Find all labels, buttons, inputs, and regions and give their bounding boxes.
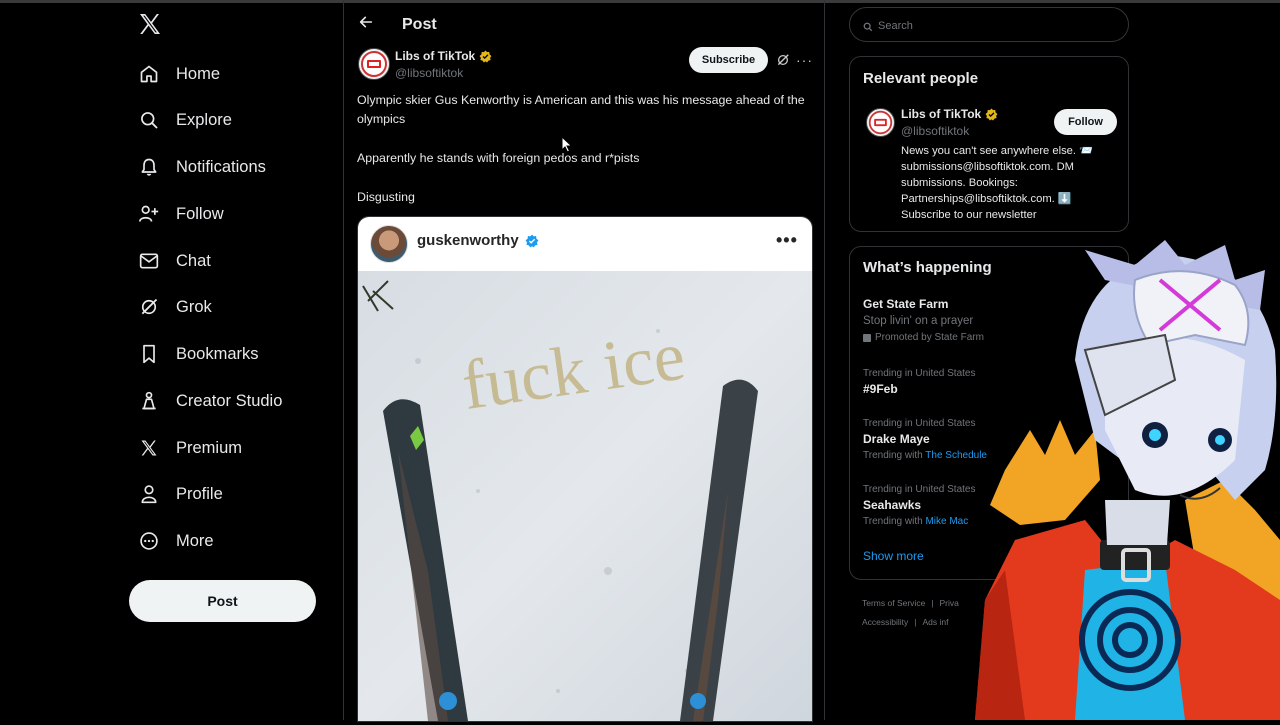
- relevant-people-panel: Relevant people Libs of TikTok @libsofti…: [849, 56, 1129, 232]
- sidebar-item-bookmarks[interactable]: Bookmarks: [138, 339, 259, 369]
- avatar[interactable]: [370, 225, 408, 263]
- x-logo-icon[interactable]: [138, 12, 164, 38]
- avatar[interactable]: [866, 108, 895, 137]
- accessibility-link[interactable]: Accessibility: [862, 617, 908, 627]
- search-input[interactable]: [876, 8, 1120, 43]
- sidebar-item-label: Profile: [176, 484, 223, 503]
- instagram-header: guskenworthy •••: [358, 217, 812, 271]
- post-text: Olympic skier Gus Kenworthy is American …: [357, 93, 805, 126]
- person-name[interactable]: Libs of TikTok: [901, 107, 998, 121]
- page-title: Post: [402, 16, 437, 33]
- sidebar-item-follow[interactable]: Follow: [138, 199, 224, 229]
- terms-link[interactable]: Terms of Service: [862, 598, 925, 608]
- person-bio: News you can't see anywhere else. 📨 subm…: [901, 145, 1094, 221]
- post-text: Apparently he stands with foreign pedos …: [357, 151, 640, 165]
- embedded-media[interactable]: guskenworthy ••• fuck ice: [357, 216, 813, 722]
- sidebar-item-notifications[interactable]: Notifications: [138, 152, 266, 182]
- sidebar-item-label: Premium: [176, 438, 243, 457]
- home-icon: [138, 63, 160, 85]
- verified-badge-icon: [525, 234, 539, 248]
- sidebar-item-label: Bookmarks: [176, 344, 259, 363]
- verified-gold-badge-icon: [479, 50, 492, 63]
- sidebar-item-label: More: [176, 531, 214, 550]
- follow-button[interactable]: Follow: [1054, 109, 1117, 135]
- mail-icon: [138, 250, 160, 272]
- post-detail: Post Libs of TikTok @libsoftiktok Subscr…: [344, 0, 824, 722]
- sidebar-item-label: Chat: [176, 251, 211, 270]
- bookmark-icon: [138, 343, 160, 365]
- promoted-icon: [863, 333, 871, 342]
- back-arrow-icon[interactable]: [358, 14, 374, 35]
- search-box[interactable]: [849, 7, 1129, 43]
- instagram-more-button[interactable]: •••: [776, 230, 798, 251]
- show-more-link[interactable]: Show more: [863, 549, 924, 563]
- sidebar-item-chat[interactable]: Chat: [138, 246, 211, 276]
- sidebar-item-home[interactable]: Home: [138, 59, 220, 89]
- instagram-username[interactable]: guskenworthy: [417, 232, 539, 249]
- post-more-button[interactable]: ···: [796, 52, 813, 68]
- bell-icon: [138, 156, 160, 178]
- post-text: Disgusting: [357, 190, 415, 204]
- search-icon: [863, 19, 873, 37]
- sidebar-item-explore[interactable]: Explore: [138, 105, 232, 135]
- sidebar: Home Explore Notifications Follow Chat G…: [0, 0, 343, 720]
- sidebar-item-label: Home: [176, 64, 221, 83]
- sidebar-item-label: Grok: [176, 297, 212, 316]
- mouse-cursor-icon: [561, 135, 573, 158]
- grok-icon[interactable]: [776, 53, 790, 72]
- sidebar-item-label: Explore: [176, 110, 232, 129]
- sidebar-item-label: Creator Studio: [176, 391, 283, 410]
- search-icon: [138, 109, 160, 131]
- more-circle-icon: [138, 530, 160, 552]
- panel-title: Relevant people: [863, 70, 979, 87]
- grok-icon: [138, 296, 160, 318]
- author-handle[interactable]: @libsoftiktok: [395, 66, 463, 80]
- x-premium-icon: [138, 437, 160, 459]
- vtuber-avatar-overlay: [935, 240, 1280, 720]
- person-icon: [138, 483, 160, 505]
- post-button[interactable]: Post: [129, 580, 316, 622]
- post-header: Post: [344, 0, 824, 50]
- sidebar-item-label: Notifications: [176, 157, 266, 176]
- person-plus-icon: [138, 203, 160, 225]
- subscribe-button[interactable]: Subscribe: [689, 47, 768, 73]
- sidebar-item-grok[interactable]: Grok: [138, 292, 212, 322]
- sidebar-item-more[interactable]: More: [138, 526, 214, 556]
- verified-gold-badge-icon: [985, 108, 998, 121]
- sidebar-item-creator-studio[interactable]: Creator Studio: [138, 386, 282, 416]
- creator-studio-icon: [138, 390, 160, 412]
- sidebar-item-label: Follow: [176, 204, 224, 223]
- divider: [824, 0, 825, 720]
- author-name[interactable]: Libs of TikTok: [395, 49, 492, 63]
- post-photo[interactable]: fuck ice: [358, 271, 812, 721]
- sidebar-item-profile[interactable]: Profile: [138, 479, 223, 509]
- sidebar-item-premium[interactable]: Premium: [138, 433, 242, 463]
- person-handle[interactable]: @libsoftiktok: [901, 124, 969, 138]
- author-avatar[interactable]: [358, 48, 390, 80]
